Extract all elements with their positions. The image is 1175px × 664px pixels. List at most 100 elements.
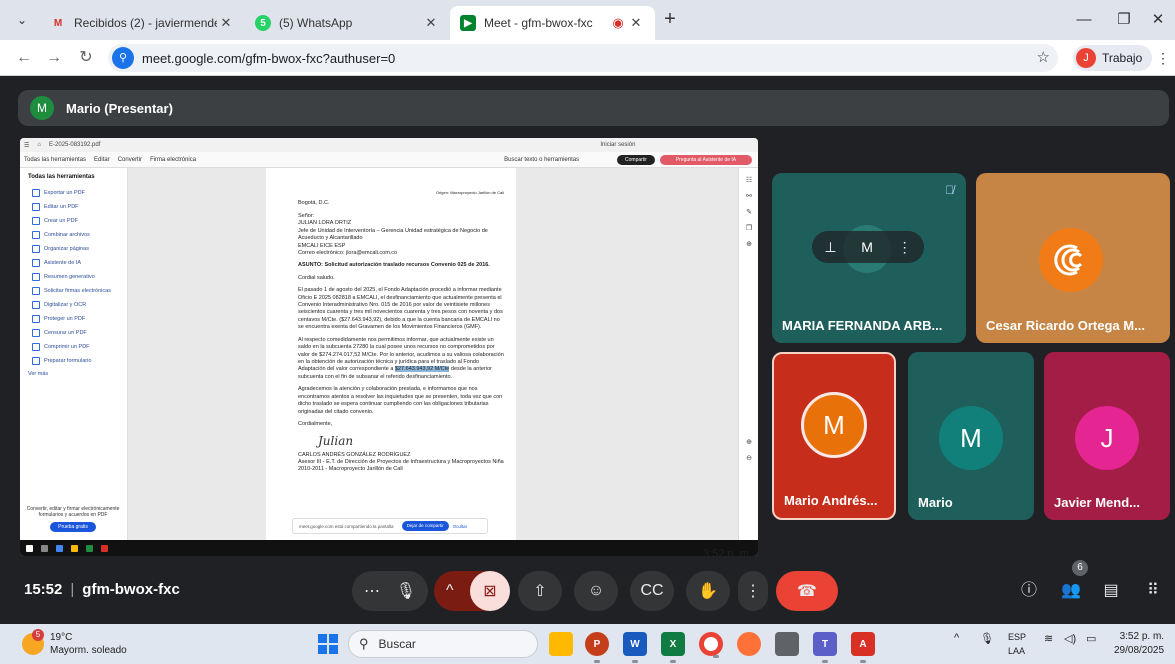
hand-icon: ✋ <box>698 583 718 600</box>
panel-promo: Convertir, editar y firmar electrónicame… <box>26 506 120 518</box>
panel-item: Crear un PDF <box>20 214 127 228</box>
forward-icon[interactable]: → <box>42 46 66 70</box>
reload-icon[interactable]: ↻ <box>74 46 98 70</box>
show-hidden-icons-icon[interactable]: ^ <box>954 632 959 644</box>
participant-tile[interactable]: M Mario <box>908 352 1034 520</box>
bookmark-star-icon[interactable]: ☆ <box>1037 48 1050 66</box>
site-info-icon[interactable]: ⚲ <box>112 47 134 69</box>
pdf-page: Origen: Macroproyecto Jarillón de Cali B… <box>266 168 516 540</box>
highlighted-amount: $27.643.943,92 M/Cte <box>394 366 450 373</box>
copy-icon: ❐ <box>745 225 753 232</box>
reactions-button[interactable]: ☺ <box>574 571 618 611</box>
wifi-icon[interactable]: ≋ <box>1044 632 1053 645</box>
doc-greeting: Señor: <box>298 212 315 219</box>
weather-widget[interactable]: 5 19°C Mayorm. soleado <box>22 629 127 657</box>
taskbar-search[interactable]: ⚲ Buscar <box>348 630 538 658</box>
app-icon[interactable] <box>775 632 799 656</box>
participant-name: Javier Mend... <box>1054 495 1140 510</box>
browser-tab-bar: ⌄ M Recibidos (2) - javiermendez@! ✕ 5 (… <box>0 0 1175 40</box>
teams-icon[interactable]: T <box>813 632 837 663</box>
powerpoint-icon[interactable]: P <box>585 632 609 663</box>
close-icon[interactable]: ✕ <box>422 15 440 31</box>
url-text[interactable]: meet.google.com/gfm-bwox-fxc?authuser=0 <box>142 51 395 66</box>
close-icon[interactable]: ✕ <box>217 15 235 31</box>
participant-tile[interactable]: J Javier Mend... <box>1044 352 1170 520</box>
microphone-tray-icon[interactable]: 🎙 <box>980 632 994 645</box>
tab-search-chevron-icon[interactable]: ⌄ <box>10 8 34 32</box>
tab-meet[interactable]: ▶ Meet - gfm-bwox-fxc ◉ ✕ <box>450 6 655 40</box>
participant-name: Mario Andrés... <box>784 493 878 508</box>
participant-tile[interactable]: 🎙̸ ⊥ M ⋮ MARIA FERNANDA ARB... <box>772 173 966 343</box>
microphone-icon[interactable]: 🎙 <box>396 581 416 601</box>
shared-clock: 3:52 p. m. <box>703 548 752 556</box>
participant-tile[interactable]: Cesar Ricardo Ortega M... <box>976 173 1170 343</box>
panel-item: Comprimir un PDF <box>20 340 127 354</box>
screen-share-notice: meet.google.com está compartiendo la pan… <box>292 518 488 534</box>
meeting-time: 15:52 <box>24 581 63 598</box>
people-icon[interactable]: 👥 <box>1056 576 1086 606</box>
doc-paragraph: El pasado 1 de agosto del 2025, el Fondo… <box>298 287 503 331</box>
document-background <box>516 168 738 540</box>
panel-item: Editar un PDF <box>20 200 127 214</box>
camera-off-icon[interactable]: ⊠ <box>470 571 510 611</box>
chrome-icon <box>56 544 63 552</box>
new-tab-button[interactable]: + <box>658 8 682 32</box>
emoji-icon: ☺ <box>587 582 605 599</box>
acrobat-right-tools: ☷ ⚯ ✎ ❐ ⊕ ⊕ ⊖ <box>738 168 758 540</box>
volume-icon[interactable]: ◁) <box>1064 632 1076 645</box>
avatar: M <box>939 406 1003 470</box>
meeting-info: 15:52 | gfm-bwox-fxc <box>24 581 180 598</box>
close-window-button[interactable]: ✕ <box>1138 8 1175 32</box>
doc-recipient-email: Correo electrónico: jlora@emcali.com.co <box>298 249 398 256</box>
raise-hand-button[interactable]: ✋ <box>686 571 730 611</box>
presenter-label: Mario (Presentar) <box>66 100 173 116</box>
panel-try-button: Prueba gratis <box>50 522 96 532</box>
more-audio-options-icon[interactable]: ⋯ <box>364 581 380 601</box>
tile-hover-controls[interactable]: ⊥ M ⋮ <box>812 231 924 263</box>
acrobat-icon[interactable]: A <box>851 632 875 663</box>
panel-item: Exportar un PDF <box>20 186 127 200</box>
meeting-info-icon[interactable]: ⓘ <box>1014 576 1044 606</box>
browser-menu-icon[interactable]: ⋮ <box>1156 50 1170 67</box>
close-icon[interactable]: ✕ <box>627 15 645 31</box>
chat-icon[interactable]: ▤ <box>1096 576 1126 606</box>
acrobat-icon <box>101 544 108 552</box>
captions-button[interactable]: CC <box>630 571 674 611</box>
word-icon[interactable]: W <box>623 632 647 663</box>
acrobat-tab: Convertir <box>117 156 143 163</box>
search-icon <box>41 544 48 552</box>
windows-icon <box>26 544 33 552</box>
pin-icon[interactable]: ⊥ <box>824 239 836 256</box>
audio-control-group[interactable]: ⋯ 🎙 <box>352 571 428 611</box>
acrobat-title-bar: ☰ ⌂ E-2025-083192.pdf Iniciar sesión <box>20 138 758 152</box>
file-explorer-icon[interactable] <box>549 632 573 656</box>
tab-whatsapp[interactable]: 5 (5) WhatsApp ✕ <box>245 6 450 40</box>
battery-icon[interactable]: ▭ <box>1086 632 1096 645</box>
minimize-button[interactable]: — <box>1064 8 1104 32</box>
back-icon[interactable]: ← <box>12 46 36 70</box>
tab-title: Meet - gfm-bwox-fxc <box>484 16 593 30</box>
panel-item: Resumen generativo <box>20 270 127 284</box>
chevron-up-icon[interactable]: ^ <box>446 582 454 600</box>
more-options-icon[interactable]: ⋮ <box>898 239 912 256</box>
windows-start-icon[interactable] <box>318 634 338 654</box>
more-options-button[interactable]: ⋮ <box>738 571 768 611</box>
activities-icon[interactable]: ⠿ <box>1138 576 1168 606</box>
doc-subject: ASUNTO: Solicitud autorización traslado … <box>298 262 490 269</box>
firefox-icon[interactable] <box>737 632 761 656</box>
language-indicator[interactable]: ESP LAA <box>1008 630 1026 658</box>
tab-gmail[interactable]: M Recibidos (2) - javiermendez@! ✕ <box>40 6 245 40</box>
leave-call-button[interactable]: ☎ <box>776 571 838 611</box>
present-button[interactable]: ⇧ <box>518 571 562 611</box>
excel-icon[interactable]: X <box>661 632 685 663</box>
video-control-group[interactable]: ^ ⊠ <box>434 571 510 611</box>
participant-name: MARIA FERNANDA ARB... <box>782 318 943 333</box>
chrome-icon[interactable] <box>699 632 723 658</box>
participant-tile[interactable]: M Mario Andrés... <box>772 352 896 520</box>
omnibox[interactable]: ⚲ meet.google.com/gfm-bwox-fxc?authuser=… <box>108 44 1058 72</box>
acrobat-tab: Editar <box>94 156 110 163</box>
taskbar-clock[interactable]: 3:52 p. m. 29/08/2025 <box>1114 630 1164 658</box>
acrobat-tab: Todas las herramientas <box>24 156 87 163</box>
profile-button[interactable]: J Trabajo <box>1073 45 1153 71</box>
doc-recipient-org: EMCALI EICE ESP <box>298 242 346 249</box>
